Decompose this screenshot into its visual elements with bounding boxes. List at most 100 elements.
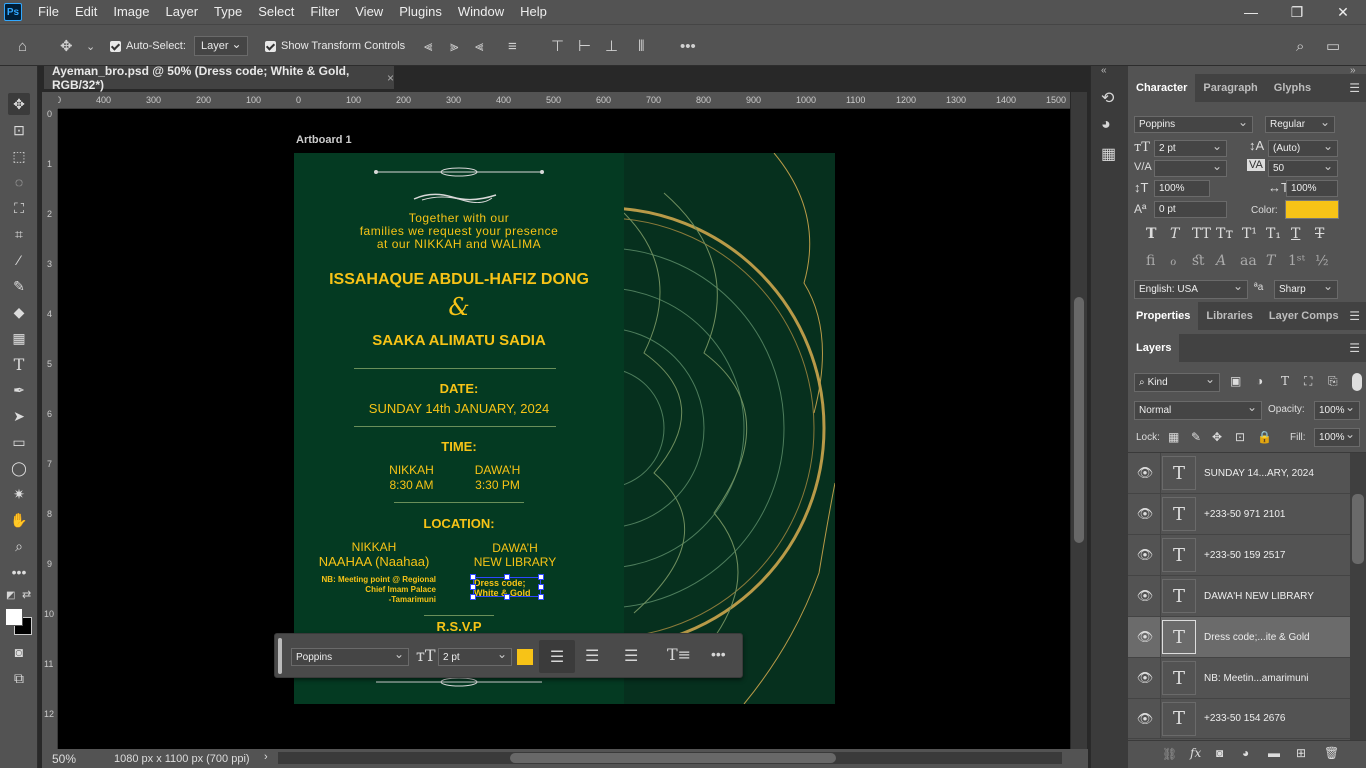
- discretionary-lig-icon[interactable]: ﬆ: [1192, 253, 1205, 269]
- filter-smartobject-icon[interactable]: ⎘: [1328, 374, 1338, 389]
- transform-handle[interactable]: [470, 584, 476, 590]
- move-tool-icon[interactable]: ✥: [8, 93, 30, 115]
- minimize-button[interactable]: —: [1228, 0, 1274, 24]
- layer-filter-dropdown[interactable]: ⌕ Kind: [1134, 372, 1220, 392]
- dawah-label[interactable]: DAWA’H: [450, 463, 545, 477]
- lasso-tool-icon[interactable]: ◌: [8, 171, 30, 193]
- adjustments-icon[interactable]: ◕: [1101, 116, 1111, 134]
- filter-shape-icon[interactable]: ⛶: [1304, 374, 1312, 389]
- groom-name[interactable]: ISSAHAQUE ABDUL-HAFIZ DONG: [294, 271, 624, 289]
- tool-preset-chevron-icon[interactable]: ⌄: [86, 25, 95, 67]
- path-select-icon[interactable]: ➤: [8, 405, 30, 427]
- vertical-scale-field[interactable]: 100%: [1154, 180, 1210, 197]
- horizontal-scale-field[interactable]: 100%: [1286, 180, 1338, 197]
- context-color-swatch[interactable]: [517, 649, 533, 665]
- align-right-icon[interactable]: ⫷: [475, 25, 483, 67]
- note-line-1[interactable]: NB: Meeting point @ Regional: [296, 575, 436, 584]
- eyedropper-icon[interactable]: ⁄: [8, 249, 30, 271]
- align-vcenter-icon[interactable]: ⊢: [578, 25, 591, 67]
- small-caps-icon[interactable]: Tт: [1216, 226, 1233, 242]
- layer-row[interactable]: 👁 T +233-50 154 2676: [1128, 699, 1350, 739]
- location-dawah-1[interactable]: DAWA’H: [452, 541, 578, 555]
- nikkah-label[interactable]: NIKKAH: [364, 463, 459, 477]
- visibility-eye-icon[interactable]: 👁: [1128, 670, 1162, 686]
- transform-handle[interactable]: [538, 584, 544, 590]
- document-info[interactable]: 1080 px x 1100 px (700 ppi): [114, 753, 250, 765]
- history-icon[interactable]: ⟲: [1101, 88, 1114, 108]
- time-heading[interactable]: TIME:: [294, 439, 624, 454]
- leading-field[interactable]: (Auto): [1268, 139, 1338, 157]
- tab-glyphs[interactable]: Glyphs: [1266, 74, 1319, 102]
- type-tool-icon[interactable]: T: [8, 353, 30, 375]
- menu-file[interactable]: File: [30, 0, 67, 24]
- quick-mask-icon[interactable]: ◙: [8, 641, 30, 663]
- text-color-swatch[interactable]: [1285, 200, 1339, 219]
- transform-handle[interactable]: [504, 594, 510, 600]
- ampersand[interactable]: &: [294, 293, 624, 321]
- opacity-field[interactable]: 100%: [1314, 400, 1360, 420]
- distribute-vertical-icon[interactable]: ⦀: [638, 25, 645, 67]
- strikethrough-icon[interactable]: T: [1315, 226, 1324, 242]
- crop-tool-icon[interactable]: ⌗: [8, 223, 30, 245]
- ellipse-tool-icon[interactable]: ◯: [8, 457, 30, 479]
- filter-pixel-icon[interactable]: ▣: [1230, 374, 1241, 388]
- fx-icon[interactable]: fx: [1190, 746, 1201, 760]
- font-size-field[interactable]: 2 pt: [1154, 139, 1227, 157]
- location-heading[interactable]: LOCATION:: [294, 516, 624, 531]
- layer-row[interactable]: 👁 T NB: Meetin...amarimuni: [1128, 658, 1350, 699]
- align-center-text-icon[interactable]: ☰: [585, 646, 599, 666]
- context-font-dropdown[interactable]: Poppins: [291, 647, 409, 666]
- screen-mode-icon[interactable]: ⧉: [8, 667, 30, 689]
- photoshop-logo-icon[interactable]: Ps: [4, 3, 22, 21]
- new-layer-icon[interactable]: ⊞: [1296, 746, 1306, 760]
- zoom-tool-icon[interactable]: ⌕: [8, 535, 30, 557]
- filter-adjustment-icon[interactable]: ◑: [1256, 374, 1263, 388]
- note-line-2[interactable]: Chief Imam Palace: [296, 585, 436, 594]
- kerning-field[interactable]: [1154, 159, 1227, 177]
- adjustment-layer-icon[interactable]: ◕: [1242, 746, 1249, 760]
- default-colors-icon[interactable]: ◩: [6, 590, 15, 601]
- lock-all-icon[interactable]: 🔒: [1257, 430, 1272, 444]
- menu-plugins[interactable]: Plugins: [391, 0, 450, 24]
- transform-handle[interactable]: [538, 574, 544, 580]
- align-right-text-icon[interactable]: ☰: [624, 646, 638, 666]
- menu-filter[interactable]: Filter: [302, 0, 347, 24]
- underline-icon[interactable]: T: [1291, 226, 1300, 242]
- lock-image-icon[interactable]: ✎: [1191, 430, 1201, 444]
- horizontal-scroll-thumb[interactable]: [510, 753, 836, 763]
- language-dropdown[interactable]: English: USA: [1134, 279, 1248, 299]
- layer-row[interactable]: 👁 T DAWA'H NEW LIBRARY: [1128, 576, 1350, 617]
- rectangle-tool-icon[interactable]: ▭: [8, 431, 30, 453]
- document-tab[interactable]: Ayeman_bro.psd @ 50% (Dress code; White …: [44, 64, 394, 92]
- move-tool-icon[interactable]: ✥: [60, 25, 73, 67]
- swatches-icon[interactable]: ▦: [1101, 144, 1116, 164]
- panel-menu-icon[interactable]: ☰: [1349, 81, 1360, 95]
- more-options-icon[interactable]: •••: [711, 646, 726, 662]
- antialias-dropdown[interactable]: Sharp: [1274, 279, 1338, 299]
- menu-image[interactable]: Image: [105, 0, 157, 24]
- blend-mode-dropdown[interactable]: Normal: [1134, 400, 1262, 420]
- align-bottom-icon[interactable]: ⊥: [605, 25, 618, 67]
- pen-tool-icon[interactable]: ✒: [8, 379, 30, 401]
- location-dawah-2[interactable]: NEW LIBRARY: [452, 555, 578, 569]
- fill-field[interactable]: 100%: [1314, 427, 1360, 447]
- transform-handle[interactable]: [504, 574, 510, 580]
- close-tab-icon[interactable]: ×: [387, 71, 394, 85]
- auto-select-dropdown[interactable]: Layer: [194, 36, 248, 56]
- font-style-dropdown[interactable]: Regular: [1265, 115, 1335, 133]
- align-top-icon[interactable]: ⊤: [551, 25, 564, 67]
- note-line-3[interactable]: -Tamarimuni: [296, 595, 436, 604]
- superscript-icon[interactable]: T¹: [1242, 226, 1257, 242]
- location-nikkah-1[interactable]: NIKKAH: [304, 540, 444, 554]
- date-heading[interactable]: DATE:: [294, 381, 624, 396]
- panel-menu-icon[interactable]: ☰: [1349, 341, 1360, 355]
- tab-character[interactable]: Character: [1128, 74, 1196, 102]
- intro-line-3[interactable]: at our NIKKAH and WALIMA: [294, 237, 624, 251]
- filter-toggle[interactable]: [1352, 373, 1362, 391]
- layer-row[interactable]: 👁 T +233-50 971 2101: [1128, 494, 1350, 535]
- restore-button[interactable]: ❐: [1274, 0, 1320, 24]
- auto-select-checkbox[interactable]: Auto-Select:: [110, 25, 186, 67]
- workspace-icon[interactable]: ▭: [1326, 25, 1340, 67]
- bride-name[interactable]: SAAKA ALIMATU SADIA: [294, 332, 624, 349]
- stylistic-alt-icon[interactable]: aa: [1240, 253, 1257, 269]
